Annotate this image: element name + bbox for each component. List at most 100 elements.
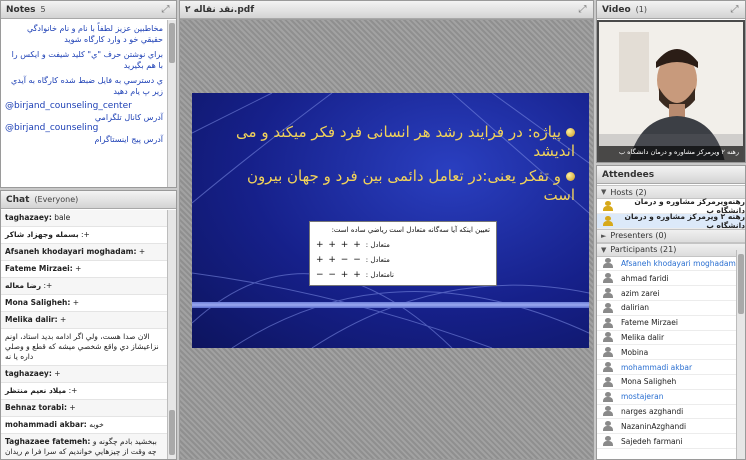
participant-item[interactable]: narges azghandi bbox=[597, 405, 745, 420]
share-pod: نقد نقاله ۲.pdf ⤢ پیاژه: در فرایند رشد ه… bbox=[179, 0, 594, 460]
participant-item[interactable]: Sajedeh farmani bbox=[597, 434, 745, 449]
chat-message: Behnaz torabi: + bbox=[1, 400, 167, 417]
participant-item[interactable]: dalirian bbox=[597, 301, 745, 316]
chat-sender: بسمله وجهزاد شاكر bbox=[5, 230, 79, 239]
video-area: رهنه ۲ ويرمركز مشاوره و درمان دانشگاه ب bbox=[597, 20, 745, 162]
notes-line: ي دسترسي به فايل ضبط شده كارگاه به آيدي … bbox=[11, 76, 163, 96]
balance-row: نامتعادل : − − + + bbox=[316, 270, 394, 280]
video-count: (1) bbox=[635, 5, 647, 14]
participant-icon bbox=[603, 421, 615, 432]
webcam-feed: رهنه ۲ ويرمركز مشاوره و درمان دانشگاه ب bbox=[599, 22, 743, 160]
instagram-handle[interactable]: @birjand_counseling bbox=[5, 123, 163, 134]
maximize-icon[interactable]: ⤢ bbox=[577, 4, 588, 15]
scrollbar-thumb[interactable] bbox=[169, 410, 175, 455]
attendees-scrollbar[interactable] bbox=[736, 250, 745, 459]
notes-header[interactable]: Notes 5 ⤢ bbox=[1, 1, 176, 19]
participant-item[interactable]: mostajeran bbox=[597, 390, 745, 405]
participant-item[interactable]: NazaninAzghandi bbox=[597, 419, 745, 435]
chat-header[interactable]: Chat (Everyone) bbox=[1, 191, 176, 209]
chat-sender: taghazaey: bbox=[5, 369, 52, 378]
slide-bullets: پیاژه: در فرایند رشد هر انسانی فرد فکر م… bbox=[215, 123, 575, 211]
share-header[interactable]: نقد نقاله ۲.pdf ⤢ bbox=[180, 1, 593, 19]
participant-name: mohammadi akbar bbox=[621, 362, 693, 372]
chat-messages: taghazaey: bale بسمله وجهزاد شاكر :+ Afsan… bbox=[1, 210, 167, 459]
chat-text: + bbox=[136, 247, 146, 256]
attendees-list: ▼ Hosts (2) رهنه‌ويرمركز مشاوره و درمان د… bbox=[597, 185, 745, 459]
participant-item[interactable]: Fateme Mirzaei bbox=[597, 316, 745, 331]
chat-sender: mohammadi akbar: bbox=[5, 420, 87, 429]
participant-name: Mobina bbox=[621, 347, 649, 357]
chat-sender: taghazaey: bbox=[5, 213, 52, 222]
participant-name: Sajedeh farmani bbox=[621, 436, 683, 446]
expand-triangle-icon[interactable]: ► bbox=[601, 232, 606, 240]
chat-sender: رضا معاله bbox=[5, 281, 42, 290]
chat-sender: Behnaz torabi: bbox=[5, 403, 67, 412]
telegram-handle[interactable]: @birjand_counseling_center bbox=[5, 101, 163, 112]
presenters-group[interactable]: ► Presenters (0) bbox=[597, 228, 745, 243]
participant-name: Afsaneh khodayari moghadam bbox=[621, 258, 736, 268]
slide-band bbox=[192, 302, 589, 308]
chat-pod: Chat (Everyone) taghazaey: bale بسمله وجه… bbox=[0, 190, 177, 460]
notes-pod: Notes 5 ⤢ مخاطبين عزيز لطفاً با نام و نا… bbox=[0, 0, 177, 188]
chat-message: الان صدا هست، ولي اگر ادامه بديد استاد، … bbox=[1, 329, 167, 366]
document-title: نقد نقاله ۲.pdf bbox=[185, 4, 255, 15]
participant-item[interactable]: Mobina bbox=[597, 345, 745, 361]
participant-name: ahmad faridi bbox=[621, 273, 669, 283]
maximize-icon[interactable]: ⤢ bbox=[160, 4, 171, 15]
bullet-icon bbox=[566, 128, 575, 137]
chat-message: Fateme Mirzaei: + bbox=[1, 261, 167, 278]
participant-name: mostajeran bbox=[621, 392, 664, 402]
participant-item[interactable]: mohammadi akbar bbox=[597, 360, 745, 375]
share-stage: پیاژه: در فرایند رشد هر انسانی فرد فکر م… bbox=[180, 20, 593, 459]
collapse-triangle-icon[interactable]: ▼ bbox=[601, 246, 606, 254]
participant-icon bbox=[603, 302, 615, 313]
participant-item[interactable]: azim zarei bbox=[597, 286, 745, 301]
notes-title: Notes bbox=[6, 4, 36, 15]
attendees-header[interactable]: Attendees bbox=[597, 166, 745, 184]
participant-icon bbox=[603, 317, 615, 328]
scrollbar-thumb[interactable] bbox=[169, 23, 175, 63]
chat-text: :+ bbox=[78, 230, 90, 239]
participant-icon bbox=[603, 273, 615, 284]
participant-name: Mona Saligheh bbox=[621, 377, 677, 387]
participant-item[interactable]: Melika dalir bbox=[597, 331, 745, 346]
participant-icon bbox=[603, 436, 615, 447]
chat-message: رضا معاله :+ bbox=[1, 278, 167, 295]
chat-message: mohammadi akbar: خوبه bbox=[1, 417, 167, 434]
participant-icon bbox=[603, 332, 615, 343]
instagram-label: آدرس پيج اينستاگرام bbox=[94, 135, 163, 144]
chat-text: :+ bbox=[66, 386, 78, 395]
chat-sender: Afsaneh khodayari moghadam: bbox=[5, 247, 137, 256]
participant-icon bbox=[603, 376, 615, 387]
attendees-title: Attendees bbox=[602, 169, 655, 180]
participant-item[interactable]: Afsaneh khodayari moghadam bbox=[597, 257, 745, 272]
participant-item[interactable]: ahmad faridi bbox=[597, 271, 745, 287]
notes-count: 5 bbox=[40, 5, 46, 14]
scrollbar-thumb[interactable] bbox=[738, 254, 744, 314]
participant-name: narges azghandi bbox=[621, 406, 684, 416]
chat-text: :+ bbox=[41, 281, 53, 290]
notes-body: مخاطبين عزيز لطفاً با نام و نام خانوادگي… bbox=[1, 20, 167, 187]
chat-text: + bbox=[72, 264, 82, 273]
participants-group[interactable]: ▼ Participants (21) bbox=[597, 242, 745, 257]
host-icon bbox=[603, 200, 613, 211]
participant-name: NazaninAzghandi bbox=[621, 421, 687, 431]
video-header[interactable]: Video (1) ⤢ bbox=[597, 1, 745, 19]
bullet-item: پیاژه: در فرایند رشد هر انسانی فرد فکر م… bbox=[236, 123, 575, 160]
chat-sender: Melika dalir: bbox=[5, 315, 58, 324]
participant-item[interactable]: Mona Saligheh bbox=[597, 375, 745, 390]
chat-text: + bbox=[57, 315, 67, 324]
participant-name: azim zarei bbox=[621, 288, 660, 298]
balance-box-title: تعيين اينكه آيا سه‌گانه متعادل است رياضي… bbox=[331, 226, 490, 234]
collapse-triangle-icon[interactable]: ▼ bbox=[601, 188, 606, 196]
chat-scrollbar[interactable] bbox=[167, 210, 176, 459]
bullet-icon bbox=[566, 172, 575, 181]
host-item[interactable]: رهنه ۲ ويرمركز مشاوره و درمان دانشگاه ب bbox=[597, 212, 745, 230]
notes-scrollbar[interactable] bbox=[167, 20, 176, 187]
chat-message: Afsaneh khodayari moghadam: + bbox=[1, 244, 167, 261]
chat-message: Mona Saligheh: + bbox=[1, 295, 167, 312]
chat-message: Melika dalir: + bbox=[1, 312, 167, 329]
maximize-icon[interactable]: ⤢ bbox=[729, 4, 740, 15]
chat-message: taghazaey: + bbox=[1, 366, 167, 383]
participant-icon bbox=[603, 362, 615, 373]
